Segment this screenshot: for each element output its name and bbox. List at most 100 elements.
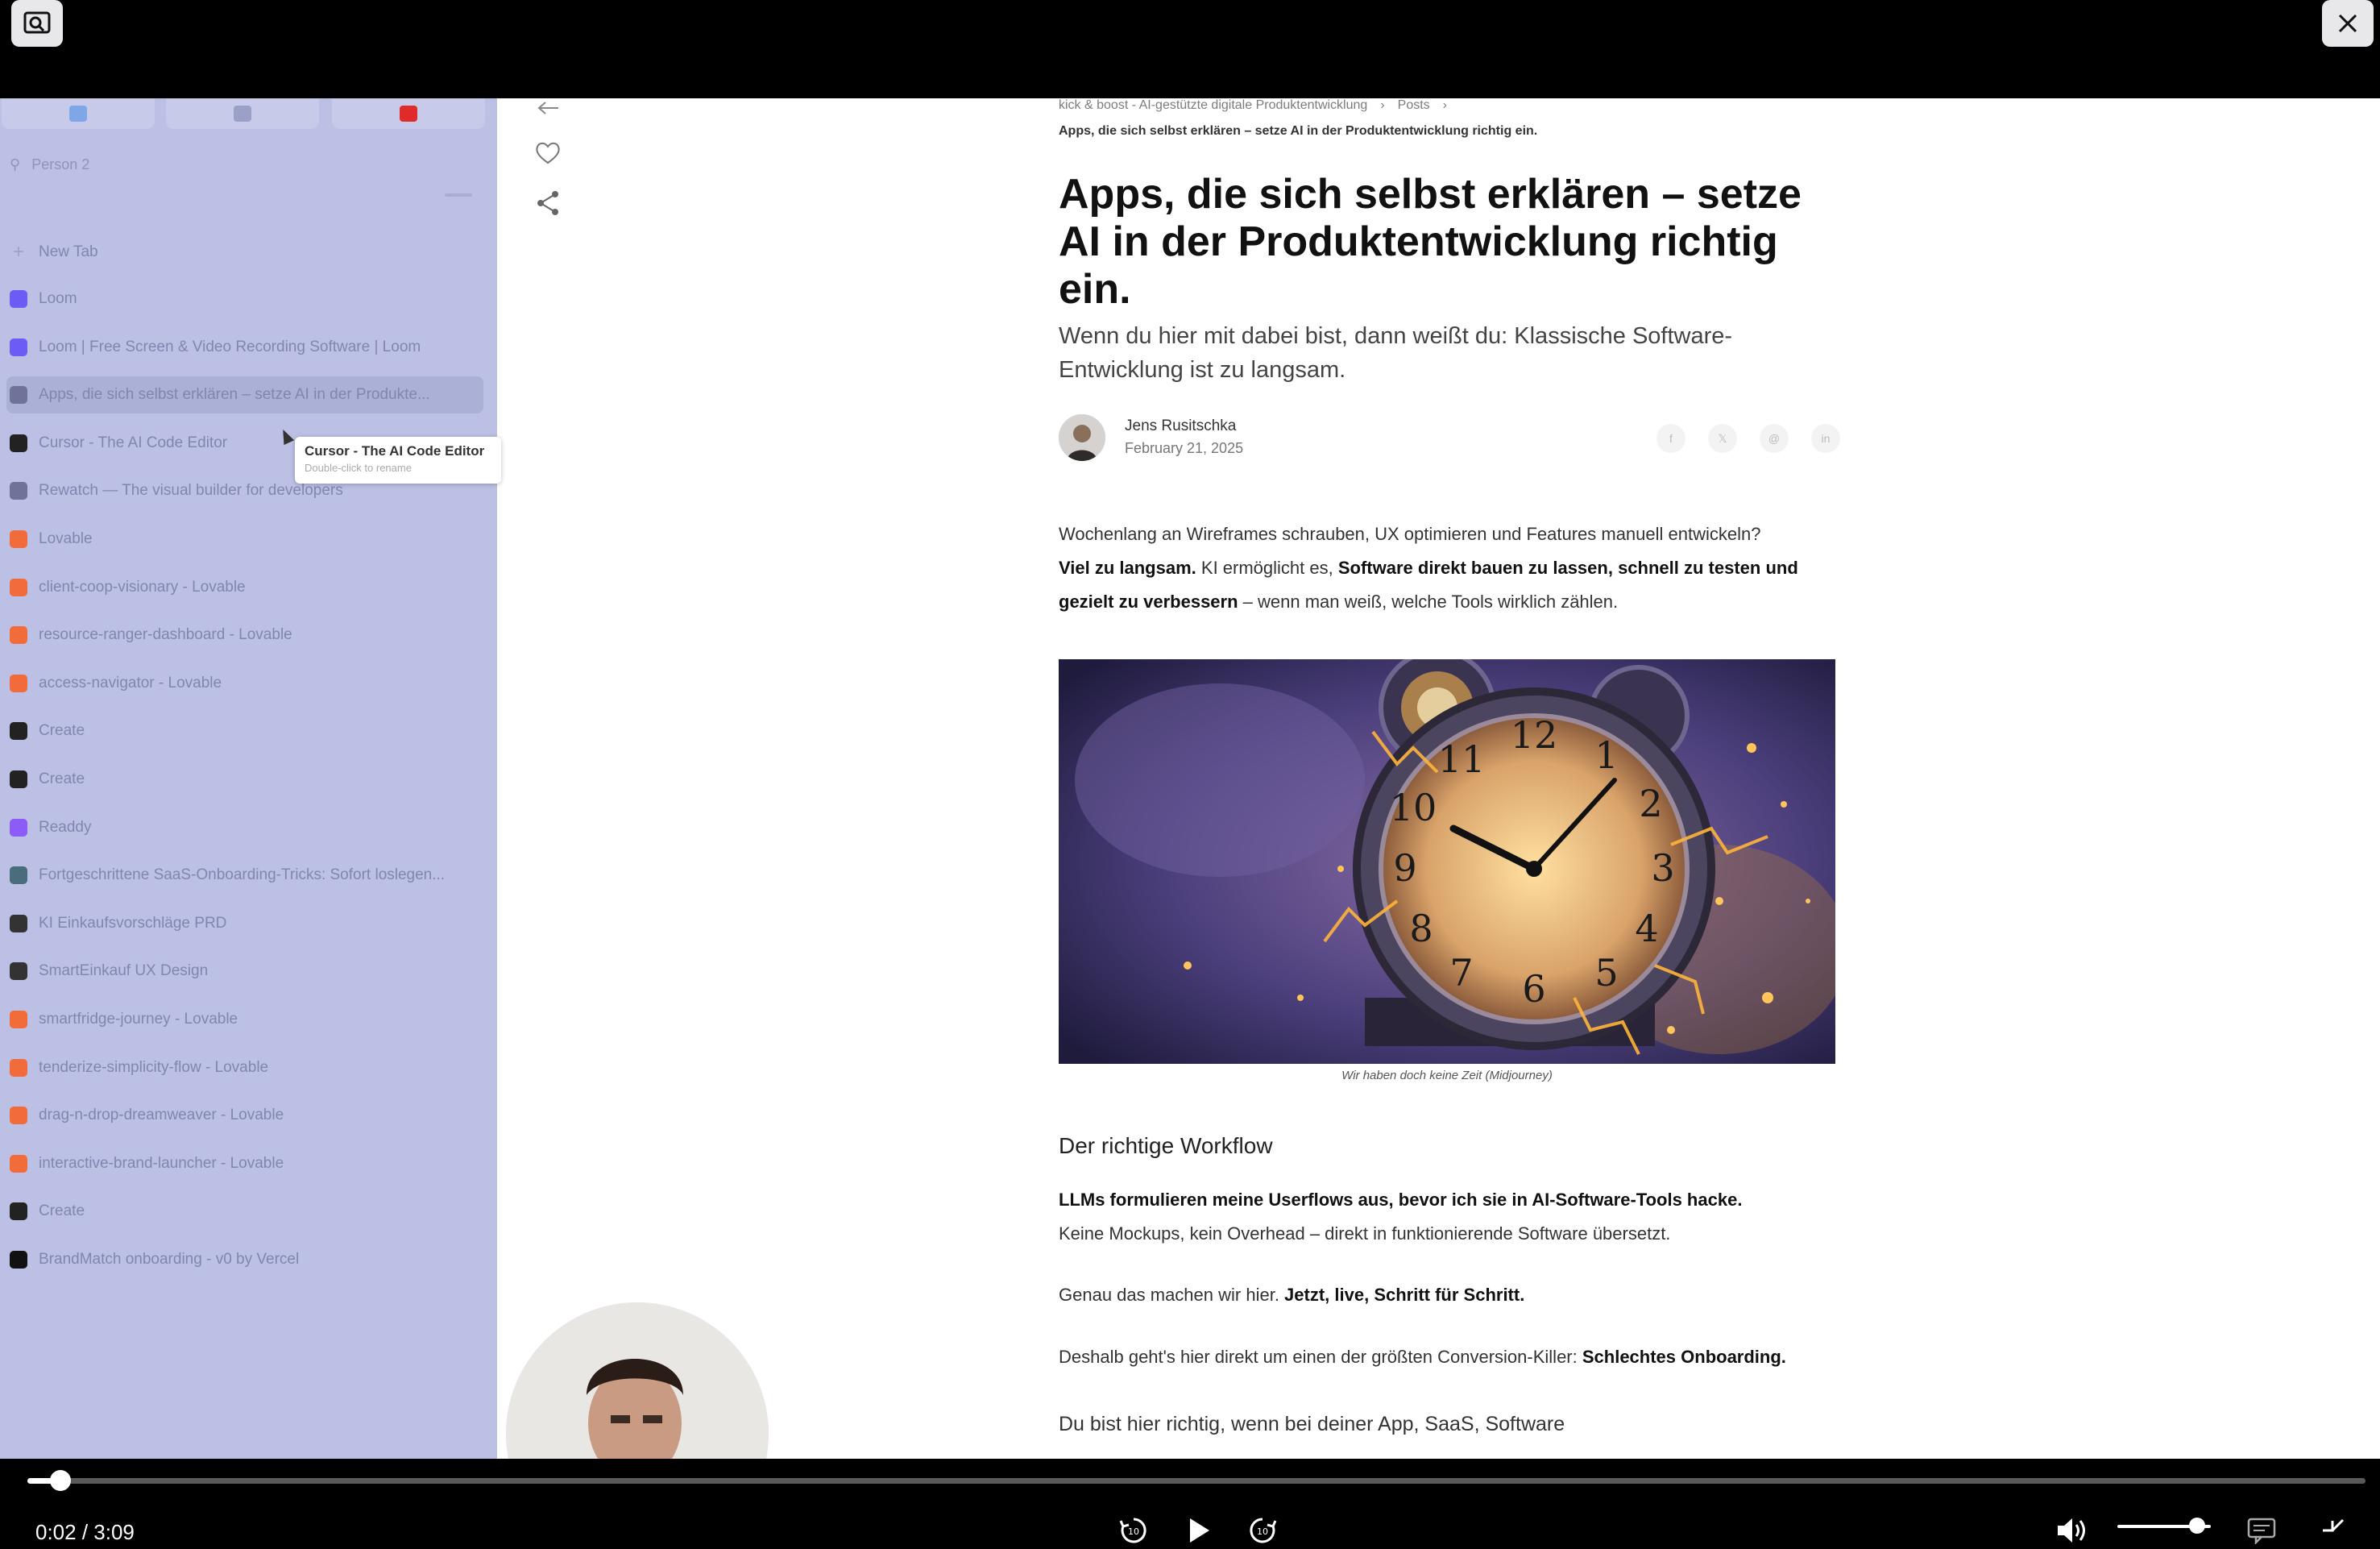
- sidebar-tab[interactable]: Apps, die sich selbst erklären – setze A…: [6, 376, 483, 414]
- forward-10-icon: 10: [1250, 1518, 1277, 1543]
- close-button[interactable]: [2322, 0, 2374, 47]
- back-button[interactable]: [532, 98, 564, 124]
- captions-button[interactable]: [2243, 1512, 2280, 1549]
- breadcrumb-item[interactable]: kick & boost - AI-gestützte digitale Pro…: [1059, 98, 1367, 112]
- volume-handle[interactable]: [2188, 1518, 2205, 1534]
- new-tab-label: New Tab: [39, 243, 98, 260]
- browser-sidebar: ⚲ Person 2 + New Tab Loom Loom | Free Scr…: [0, 98, 501, 1459]
- linkedin-icon[interactable]: in: [1811, 424, 1840, 453]
- svg-text:9: 9: [1393, 846, 1416, 890]
- tab-tooltip: Cursor - The AI Code Editor Double-click…: [295, 437, 501, 484]
- sidebar-tab[interactable]: Fortgeschrittene SaaS-Onboarding-Tricks:…: [6, 857, 483, 894]
- sidebar-tab-label: drag-n-drop-dreamweaver - Lovable: [39, 1107, 284, 1124]
- sidebar-tab[interactable]: Create: [6, 1193, 483, 1230]
- onboarding-text: Deshalb geht's hier direkt um einen der …: [1059, 1347, 1582, 1367]
- sidebar-tab-label: Apps, die sich selbst erklären – setze A…: [39, 386, 430, 404]
- sidebar-tab[interactable]: Loom | Free Screen & Video Recording Sof…: [6, 329, 483, 366]
- sidebar-tab[interactable]: access-navigator - Lovable: [6, 665, 483, 702]
- forward-button[interactable]: 10: [1244, 1512, 1281, 1549]
- picture-in-picture-button[interactable]: [11, 0, 63, 47]
- sidebar-tab-label: access-navigator - Lovable: [39, 674, 222, 691]
- play-button[interactable]: [1180, 1512, 1217, 1549]
- sidebar-tab[interactable]: smartfridge-journey - Lovable: [6, 1001, 483, 1038]
- like-button[interactable]: [532, 137, 564, 169]
- sidebar-tab-label: Lovable: [39, 530, 93, 547]
- intro-text: KI ermöglicht es,: [1196, 558, 1338, 578]
- chevron-right-icon: ›: [1442, 98, 1447, 112]
- live-paragraph: Genau das machen wir hier. Jetzt, live, …: [1059, 1278, 1840, 1312]
- heart-icon: [536, 142, 560, 164]
- image-caption: Wir haben doch keine Zeit (Midjourney): [1341, 1069, 1553, 1082]
- video-frame[interactable]: ⚲ Person 2 + New Tab Loom Loom | Free Scr…: [0, 98, 2380, 1459]
- progress-handle[interactable]: [49, 1470, 71, 1491]
- sidebar-tab[interactable]: drag-n-drop-dreamweaver - Lovable: [6, 1097, 483, 1134]
- sidebar-tab[interactable]: resource-ranger-dashboard - Lovable: [6, 617, 483, 654]
- share-links: f 𝕏 @ in: [1656, 424, 1840, 453]
- mute-button[interactable]: [2053, 1512, 2090, 1549]
- pinned-tab[interactable]: [2, 98, 155, 129]
- sidebar-tab[interactable]: BrandMatch onboarding - v0 by Vercel: [6, 1241, 483, 1278]
- svg-text:10: 10: [1128, 1526, 1139, 1537]
- pinned-tab[interactable]: [332, 98, 485, 129]
- x-icon[interactable]: 𝕏: [1708, 424, 1737, 453]
- sidebar-tab-label: Cursor - The AI Code Editor: [39, 434, 228, 451]
- sidebar-tab-label: Create: [39, 722, 85, 740]
- sidebar-tab[interactable]: SmartEinkauf UX Design: [6, 953, 483, 990]
- author-avatar: [1059, 414, 1105, 461]
- plus-icon: +: [12, 241, 24, 263]
- onboarding-paragraph: Deshalb geht's hier direkt um einen der …: [1059, 1340, 1840, 1374]
- workflow-paragraph: LLMs formulieren meine Userflows aus, be…: [1059, 1183, 1840, 1251]
- svg-text:3: 3: [1651, 846, 1674, 890]
- rewind-button[interactable]: 10: [1115, 1512, 1152, 1549]
- sidebar-tab-label: client-coop-visionary - Lovable: [39, 578, 246, 596]
- sidebar-tab[interactable]: Create: [6, 712, 483, 750]
- tooltip-title: Cursor - The AI Code Editor: [305, 443, 485, 459]
- sidebar-tab-label: tenderize-simplicity-flow - Lovable: [39, 1058, 269, 1076]
- svg-text:10: 10: [1257, 1526, 1268, 1537]
- share-button[interactable]: [532, 187, 564, 219]
- openai-icon: [10, 914, 27, 932]
- lovable-icon: [10, 578, 27, 596]
- webcam-bubble[interactable]: [506, 1302, 769, 1459]
- breadcrumb-item[interactable]: Posts: [1398, 98, 1430, 112]
- readdy-icon: [10, 818, 27, 837]
- svg-text:12: 12: [1511, 713, 1558, 757]
- sidebar-tab-label: resource-ranger-dashboard - Lovable: [39, 626, 292, 644]
- progress-bar[interactable]: [27, 1470, 2365, 1491]
- threads-icon[interactable]: @: [1760, 424, 1789, 453]
- lovable-icon: [10, 1058, 27, 1077]
- sidebar-tab[interactable]: KI Einkaufsvorschläge PRD: [6, 905, 483, 942]
- profile-name: Person 2: [31, 156, 90, 172]
- sidebar-tab[interactable]: Loom: [6, 280, 483, 318]
- sidebar-tab-label: smartfridge-journey - Lovable: [39, 1011, 238, 1028]
- openai-icon: [10, 962, 27, 981]
- new-tab-button[interactable]: + New Tab: [6, 234, 483, 271]
- rewind-10-icon: 10: [1119, 1518, 1146, 1543]
- back-arrow-icon: [537, 102, 558, 114]
- notion-icon: [234, 106, 251, 122]
- sidebar-tab-label: Readdy: [39, 818, 92, 836]
- sidebar-tab[interactable]: Lovable: [6, 521, 483, 558]
- svg-text:10: 10: [1390, 786, 1437, 829]
- volume-slider[interactable]: [2117, 1518, 2211, 1534]
- sidebar-tab[interactable]: client-coop-visionary - Lovable: [6, 569, 483, 606]
- v0-icon: [10, 1251, 27, 1269]
- sidebar-tab-label: Fortgeschrittene SaaS-Onboarding-Tricks:…: [39, 866, 446, 884]
- exit-fullscreen-button[interactable]: [2314, 1512, 2351, 1549]
- sidebar-tab-label: KI Einkaufsvorschläge PRD: [39, 914, 227, 932]
- volume-icon: [2058, 1518, 2085, 1543]
- sidebar-tab[interactable]: Readdy: [6, 809, 483, 846]
- lovable-icon: [10, 626, 27, 645]
- facebook-icon[interactable]: f: [1656, 424, 1685, 453]
- sidebar-tab[interactable]: tenderize-simplicity-flow - Lovable: [6, 1049, 483, 1086]
- svg-text:5: 5: [1594, 951, 1618, 995]
- pinned-tab[interactable]: [166, 98, 319, 129]
- publish-date: February 21, 2025: [1125, 440, 1244, 456]
- lovable-icon: [10, 674, 27, 692]
- sidebar-tab[interactable]: Create: [6, 761, 483, 798]
- profile-switcher[interactable]: ⚲ Person 2: [10, 156, 89, 173]
- sidebar-tab[interactable]: interactive-brand-launcher - Lovable: [6, 1145, 483, 1182]
- svg-text:6: 6: [1522, 967, 1545, 1011]
- author-name[interactable]: Jens Rusitschka: [1125, 417, 1236, 435]
- sidebar-tab-label: Create: [39, 770, 85, 787]
